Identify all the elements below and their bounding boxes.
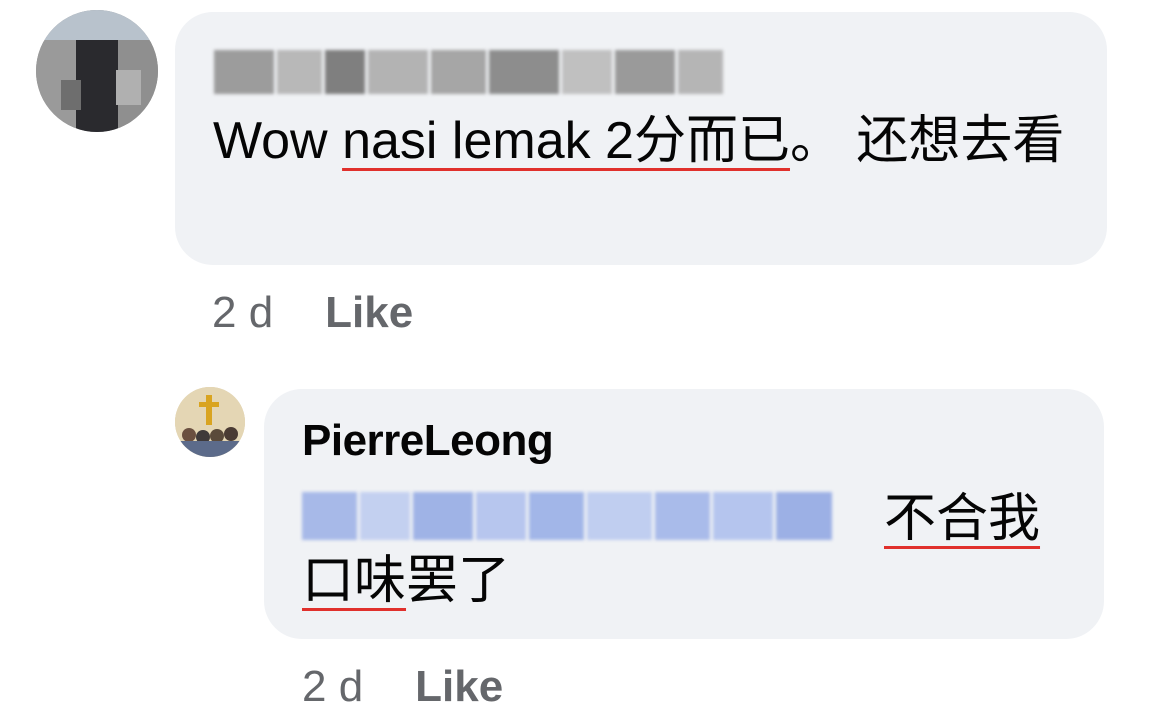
comment-actions: 2 d Like bbox=[212, 288, 413, 338]
author-name-redacted[interactable] bbox=[214, 50, 723, 94]
comment-text-part: 。 还想去看 bbox=[789, 112, 1065, 170]
comment-text-part: Wow bbox=[213, 112, 343, 170]
like-button[interactable]: Like bbox=[325, 288, 413, 338]
comment-text-part: 罢了 bbox=[406, 552, 511, 610]
comment-time[interactable]: 2 d bbox=[302, 662, 363, 712]
avatar[interactable] bbox=[175, 387, 245, 457]
avatar[interactable] bbox=[36, 10, 158, 132]
author-name[interactable]: PierreLeong bbox=[302, 416, 554, 466]
avatar-image bbox=[175, 387, 245, 457]
comment-text: 不合我口味罢了 bbox=[302, 488, 1082, 612]
comment-time[interactable]: 2 d bbox=[212, 288, 273, 338]
comment-text-misspelled: nasi lemak 2分而已 bbox=[342, 112, 790, 170]
comment-text: Wow nasi lemak 2分而已。 还想去看 bbox=[213, 110, 1083, 172]
comment-actions: 2 d Like bbox=[302, 662, 503, 712]
like-button[interactable]: Like bbox=[415, 662, 503, 712]
